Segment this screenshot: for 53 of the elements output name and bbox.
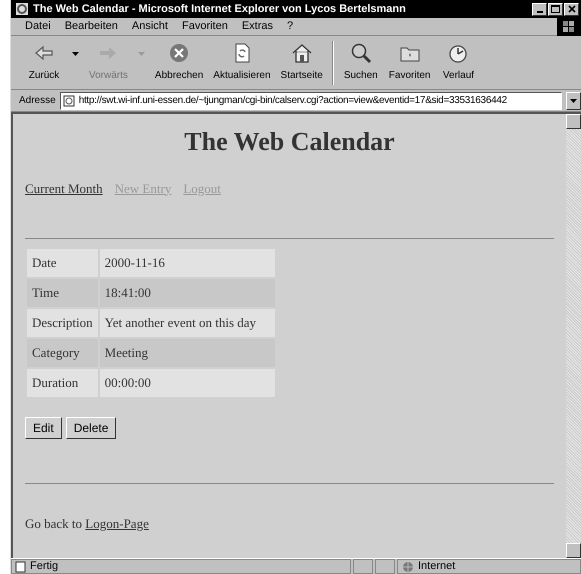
home-icon [290, 42, 313, 64]
zone-text: Internet [418, 559, 456, 574]
window-title: The Web Calendar - Microsoft Internet Explorer von Lycos Bertelsmann [33, 2, 407, 17]
favorites-button[interactable]: Favoriten [384, 42, 436, 83]
address-field[interactable]: http://swt.wi-inf.uni-essen.de/~tjungman/cgi-bin/calserv.cgi?action=view&eventid=17&sid=33531636442 [60, 92, 562, 110]
scrollbar[interactable] [566, 114, 581, 558]
page-heading: The Web Calendar [183, 126, 396, 158]
page-icon [14, 560, 26, 572]
menu-item[interactable]: Extras [242, 18, 274, 35]
close-button[interactable] [564, 2, 579, 16]
menu-item[interactable]: Favoriten [182, 18, 228, 35]
logon-link[interactable]: Logon-Page [85, 516, 149, 531]
back-button[interactable]: Zurück [21, 42, 84, 83]
menu-item[interactable]: Datei [25, 18, 51, 35]
form-button[interactable]: Edit [25, 417, 62, 439]
field-value: Meeting [100, 339, 275, 367]
menu-item[interactable]: Ansicht [132, 18, 168, 35]
status-pane [353, 559, 373, 574]
search-icon [350, 42, 372, 64]
stop-icon [168, 42, 190, 64]
field-label: Category [27, 339, 98, 367]
field-value: 2000-11-16 [100, 249, 275, 277]
minimize-button[interactable] [532, 2, 547, 16]
caret-icon [72, 52, 79, 56]
caret-icon [570, 98, 577, 102]
field-label: Date [27, 249, 98, 277]
home-button[interactable]: Startseite [276, 42, 328, 83]
maximize-button[interactable] [548, 2, 563, 16]
refresh-button[interactable]: Aktualisieren [208, 42, 276, 83]
status-pane [375, 559, 395, 574]
menu-item[interactable]: Bearbeiten [64, 18, 118, 35]
address-label: Adresse [19, 94, 56, 108]
field-label: Time [27, 279, 98, 307]
page-icon [62, 94, 75, 106]
status-text: Fertig [30, 559, 58, 574]
history-button[interactable]: Verlauf [435, 42, 482, 83]
field-value: Yet another event on this day [100, 309, 275, 337]
menu-item[interactable]: ? [287, 18, 294, 35]
field-value: 18:41:00 [100, 279, 275, 307]
field-value: 00:00:00 [100, 369, 275, 397]
nav-link[interactable]: Current Month [25, 178, 103, 198]
search-button[interactable]: Suchen [338, 42, 384, 83]
form-button[interactable]: Delete [66, 417, 116, 439]
dropdown-button[interactable] [566, 92, 581, 110]
footer-text: Go back to [25, 516, 82, 531]
stop-button[interactable]: Abbrechen [150, 42, 208, 83]
maximize-icon [551, 5, 560, 13]
field-label: Duration [27, 369, 98, 397]
field-label: Description [27, 309, 98, 337]
close-icon [568, 5, 576, 13]
caret-icon [138, 52, 145, 56]
windows-logo-icon [563, 20, 575, 32]
browser-icon [15, 2, 29, 16]
